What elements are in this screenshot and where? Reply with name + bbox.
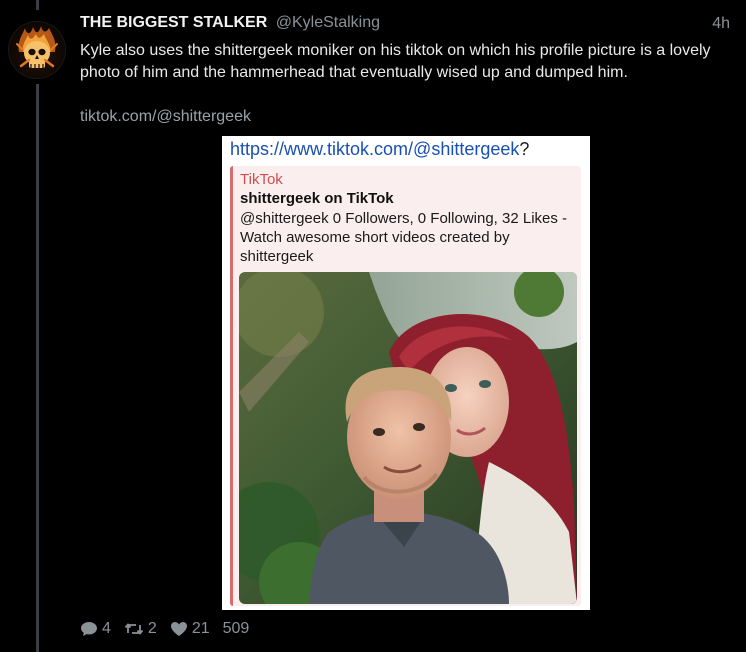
preview-title[interactable]: shittergeek on TikTok: [240, 190, 394, 207]
user-handle[interactable]: @KyleStalking: [276, 14, 380, 31]
embed-url[interactable]: https://www.tiktok.com/@shittergeek: [230, 139, 519, 159]
selfie-photo: [239, 272, 577, 604]
embed-url-line: https://www.tiktok.com/@shittergeek?: [230, 139, 529, 160]
like-button[interactable]: 21: [170, 620, 210, 638]
tweet-text: Kyle also uses the shittergeek moniker o…: [80, 42, 711, 81]
flaming-skull-icon: [16, 26, 58, 68]
tweet-actions: 4 2 21 509: [80, 620, 262, 638]
display-name[interactable]: THE BIGGEST STALKER: [80, 14, 267, 31]
views-stat[interactable]: 509: [223, 620, 250, 638]
embed-url-suffix: ?: [519, 139, 530, 159]
retweet-icon: [124, 623, 144, 635]
tweet-link[interactable]: tiktok.com/@shittergeek: [80, 108, 251, 126]
embedded-screenshot[interactable]: https://www.tiktok.com/@shittergeek? Tik…: [222, 136, 590, 610]
thread-line-top: [36, 0, 39, 10]
views-count: 509: [222, 620, 250, 637]
preview-image[interactable]: [239, 272, 577, 604]
reply-button[interactable]: 4: [80, 620, 111, 638]
tweet-header: THE BIGGEST STALKER @KyleStalking: [80, 14, 380, 32]
preview-site-name: TikTok: [240, 171, 283, 188]
reply-count: 4: [102, 620, 111, 637]
retweet-button[interactable]: 2: [124, 620, 157, 638]
preview-description: @shittergeek 0 Followers, 0 Following, 3…: [240, 210, 568, 265]
avatar[interactable]: [9, 22, 65, 78]
like-count: 21: [191, 620, 210, 637]
heart-icon: [170, 622, 187, 636]
thread-line-bottom: [36, 84, 39, 652]
retweet-count: 2: [147, 620, 157, 637]
timestamp[interactable]: 4h: [712, 15, 730, 33]
reply-icon: [81, 622, 97, 636]
link-preview-card[interactable]: TikTok shittergeek on TikTok @shittergee…: [230, 166, 581, 606]
